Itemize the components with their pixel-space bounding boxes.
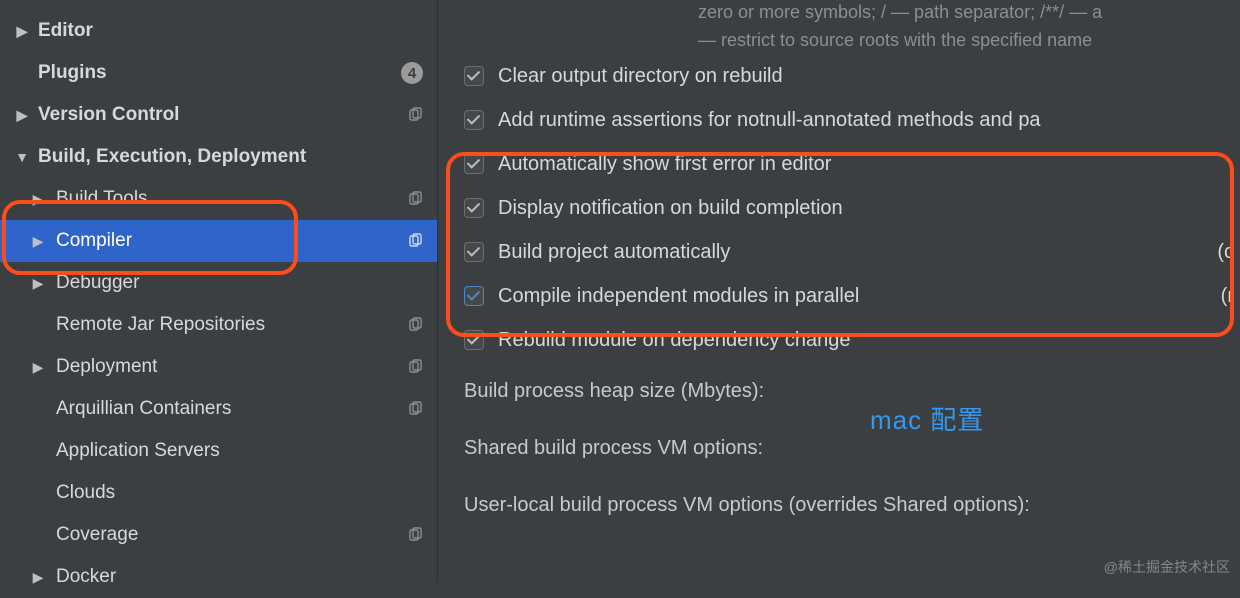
option-display-notification[interactable]: Display notification on build completion [458, 186, 1240, 230]
sidebar-item-clouds[interactable]: Clouds [0, 472, 437, 514]
trail: (c [1217, 241, 1234, 264]
sidebar-item-arquillian[interactable]: Arquillian Containers [0, 388, 437, 430]
checkbox[interactable] [464, 198, 484, 218]
label: Build project automatically [498, 241, 730, 264]
hint-line: zero or more symbols; / — path separator… [698, 2, 1102, 22]
shared-vm-label: Shared build process VM options: [458, 437, 1240, 460]
scope-icon [407, 107, 423, 123]
userlocal-vm-label: User-local build process VM options (ove… [458, 494, 1240, 517]
annotation-text: mac 配置 [870, 400, 984, 437]
label: Deployment [56, 356, 157, 378]
label: Display notification on build completion [498, 197, 843, 220]
option-rebuild-dependency[interactable]: Rebuild module on dependency change [458, 318, 1240, 362]
label: Clear output directory on rebuild [498, 65, 783, 88]
label: Debugger [56, 272, 139, 294]
label: Remote Jar Repositories [56, 314, 265, 336]
heap-size-label: Build process heap size (Mbytes): [458, 380, 1240, 403]
chevron-right-icon: ▶ [14, 107, 30, 124]
sidebar-item-compiler[interactable]: ▶ Compiler [0, 220, 437, 262]
chevron-right-icon: ▶ [30, 275, 46, 292]
option-clear-output[interactable]: Clear output directory on rebuild [458, 54, 1240, 98]
compiler-settings-panel: zero or more symbols; / — path separator… [438, 0, 1240, 583]
label: Compile independent modules in parallel [498, 285, 859, 308]
checkbox[interactable] [464, 330, 484, 350]
scope-icon [407, 401, 423, 417]
sidebar-item-deployment[interactable]: ▶ Deployment [0, 346, 437, 388]
label: Automatically show first error in editor [498, 153, 831, 176]
pattern-hint: zero or more symbols; / — path separator… [698, 0, 1240, 54]
sidebar-item-debugger[interactable]: ▶ Debugger [0, 262, 437, 304]
chevron-right-icon: ▶ [14, 23, 30, 40]
checkbox[interactable] [464, 242, 484, 262]
checkbox[interactable] [464, 66, 484, 86]
sidebar-item-coverage[interactable]: Coverage [0, 514, 437, 556]
label: Application Servers [56, 440, 220, 462]
label: Plugins [38, 62, 107, 84]
chevron-right-icon: ▶ [30, 359, 46, 376]
sidebar-item-editor[interactable]: ▶ Editor [0, 10, 437, 52]
checkbox[interactable] [464, 286, 484, 306]
option-build-automatically[interactable]: Build project automatically (c [458, 230, 1240, 274]
scope-icon [407, 233, 423, 249]
sidebar-item-plugins[interactable]: Plugins 4 [0, 52, 437, 94]
checkbox[interactable] [464, 110, 484, 130]
label: Rebuild module on dependency change [498, 329, 851, 352]
option-auto-show-error[interactable]: Automatically show first error in editor [458, 142, 1240, 186]
checkbox[interactable] [464, 154, 484, 174]
watermark: @稀土掘金技术社区 [1104, 557, 1230, 577]
scope-icon [407, 527, 423, 543]
trail: (r [1221, 285, 1234, 308]
scope-icon [407, 359, 423, 375]
settings-sidebar: ▶ Editor Plugins 4 ▶ Version Control ▼ B… [0, 0, 438, 583]
label: Build Tools [56, 188, 148, 210]
label: Docker [56, 566, 116, 588]
label: Coverage [56, 524, 138, 546]
scope-icon [407, 191, 423, 207]
label: Arquillian Containers [56, 398, 231, 420]
sidebar-item-remote-jar[interactable]: Remote Jar Repositories [0, 304, 437, 346]
sidebar-item-docker[interactable]: ▶ Docker [0, 556, 437, 598]
sidebar-item-build-execution-deployment[interactable]: ▼ Build, Execution, Deployment [0, 136, 437, 178]
label: Version Control [38, 104, 179, 126]
option-compile-parallel[interactable]: Compile independent modules in parallel … [458, 274, 1240, 318]
label: Add runtime assertions for notnull-annot… [498, 109, 1041, 132]
option-runtime-assertions[interactable]: Add runtime assertions for notnull-annot… [458, 98, 1240, 142]
label: Clouds [56, 482, 115, 504]
chevron-right-icon: ▶ [30, 233, 46, 250]
scope-icon [407, 317, 423, 333]
chevron-right-icon: ▶ [30, 191, 46, 208]
label: Editor [38, 20, 93, 42]
sidebar-item-version-control[interactable]: ▶ Version Control [0, 94, 437, 136]
label: Build, Execution, Deployment [38, 146, 306, 168]
sidebar-item-app-servers[interactable]: Application Servers [0, 430, 437, 472]
plugins-badge: 4 [401, 62, 423, 84]
chevron-down-icon: ▼ [14, 149, 30, 165]
label: Compiler [56, 230, 132, 252]
hint-line: — restrict to source roots with the spec… [698, 30, 1092, 50]
sidebar-item-build-tools[interactable]: ▶ Build Tools [0, 178, 437, 220]
